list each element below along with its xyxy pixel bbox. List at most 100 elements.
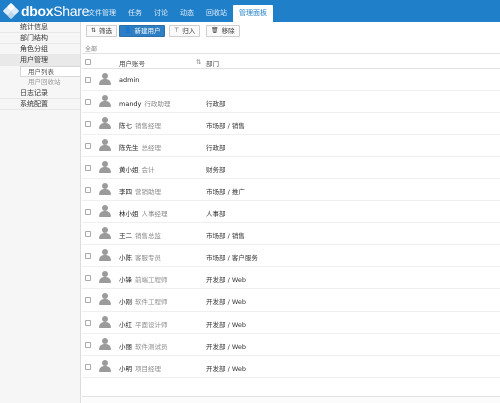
logo-mark-icon — [2, 2, 20, 20]
user-name: 陈先生 — [119, 144, 139, 153]
user-account-cell[interactable]: admin — [119, 76, 142, 84]
logo-text: dboxShare — [21, 3, 90, 19]
trash-icon: 🗑 — [211, 27, 219, 34]
user-department-cell: 人事部 — [206, 210, 226, 219]
user-department-cell: 市场部 / 推广 — [206, 188, 245, 197]
user-name: 小明 — [119, 364, 132, 373]
app-logo[interactable]: dboxShare — [2, 2, 90, 20]
nav-discussion[interactable]: 讨论 — [148, 5, 174, 22]
list-scope-label: 全部 — [85, 46, 98, 53]
table-row[interactable]: mandy 行政助理 行政部 — [82, 91, 500, 114]
user-avatar-icon — [99, 315, 111, 328]
table-header: 用户账号 ⇅ 部门 — [82, 53, 500, 69]
remove-button[interactable]: 🗑 移除 — [206, 25, 240, 37]
row-checkbox[interactable] — [85, 165, 91, 172]
table-row[interactable]: 小刚 软件工程师 开发部 / Web — [82, 289, 500, 312]
sidebar-item-system-config[interactable]: 系统配置 — [0, 99, 80, 110]
nav-activity[interactable]: 动态 — [174, 5, 200, 22]
row-checkbox[interactable] — [85, 121, 91, 128]
user-title: 平面设计师 — [135, 320, 168, 329]
user-name: 李四 — [119, 188, 132, 197]
row-checkbox[interactable] — [85, 253, 91, 260]
user-name: 林小姐 — [119, 210, 139, 219]
nav-admin-panel[interactable]: 管理面板 — [233, 5, 273, 22]
user-account-cell[interactable]: 陈先生 总经理 — [119, 142, 161, 152]
table-row[interactable]: 小陈 客服专员 市场部 / 客户服务 — [82, 245, 500, 268]
row-checkbox[interactable] — [85, 209, 91, 216]
filter-icon: ⇅ — [91, 27, 97, 34]
row-checkbox[interactable] — [85, 363, 91, 370]
row-checkbox[interactable] — [85, 275, 91, 282]
table-row[interactable]: 黄小姐 会计 财务部 — [82, 157, 500, 180]
user-avatar-icon — [99, 117, 111, 130]
user-account-cell[interactable]: 李四 营销助理 — [119, 186, 161, 196]
column-header-account[interactable]: 用户账号 — [119, 58, 145, 68]
table-row[interactable]: 王二 销售总监 市场部 / 销售 — [82, 223, 500, 246]
user-account-cell[interactable]: 黄小姐 会计 — [119, 164, 155, 174]
sidebar-subitem-user-list[interactable]: 用户列表 — [20, 66, 80, 77]
column-header-department[interactable]: 部门 — [206, 58, 219, 68]
table-row[interactable]: 陈七 销售经理 市场部 / 销售 — [82, 113, 500, 136]
user-avatar-icon — [99, 227, 111, 240]
user-avatar-icon — [99, 95, 111, 108]
user-account-cell[interactable]: 陈七 销售经理 — [119, 120, 161, 130]
user-title: 行政助理 — [144, 100, 171, 109]
sidebar-item-user-management[interactable]: 用户管理 — [0, 55, 80, 66]
sort-icon[interactable]: ⇅ — [196, 58, 201, 66]
new-user-button[interactable]: 👤 新建用户 — [119, 25, 166, 37]
filter-button[interactable]: ⇅ 筛选 — [86, 25, 118, 37]
user-department-cell: 开发部 / Web — [206, 298, 246, 307]
user-account-cell[interactable]: 小锋 前端工程师 — [119, 274, 168, 284]
row-checkbox[interactable] — [85, 231, 91, 238]
user-title: 前端工程师 — [135, 276, 168, 285]
table-row[interactable]: 小丽 软件测试员 开发部 / Web — [82, 334, 500, 356]
sidebar-subitem-user-recycle[interactable]: 用户回收站 — [0, 77, 80, 88]
user-name: 小刚 — [119, 298, 132, 307]
user-department-cell: 行政部 — [206, 100, 226, 109]
table-row[interactable]: 陈先生 总经理 行政部 — [82, 135, 500, 158]
user-title: 销售总监 — [135, 232, 161, 241]
table-row[interactable]: 李四 营销助理 市场部 / 推广 — [82, 179, 500, 202]
add-user-icon: 👤 — [124, 27, 132, 34]
user-avatar-icon — [99, 337, 111, 350]
row-checkbox[interactable] — [85, 297, 91, 304]
user-title: 客服专员 — [135, 254, 161, 263]
table-footer — [82, 396, 500, 403]
row-checkbox[interactable] — [85, 77, 91, 83]
table-row[interactable]: 小锋 前端工程师 开发部 / Web — [82, 267, 500, 290]
row-checkbox[interactable] — [85, 143, 91, 150]
row-checkbox[interactable] — [85, 99, 91, 106]
table-row[interactable]: admin — [82, 69, 500, 92]
import-button[interactable]: ⊤ 归入 — [169, 25, 201, 37]
user-table: 用户账号 ⇅ 部门 admin mandy 行政助理 行政部陈七 销售经理 市场部 / 销… — [82, 53, 500, 378]
user-account-cell[interactable]: 小刚 软件工程师 — [119, 296, 168, 306]
sidebar-item-logs[interactable]: 日志记录 — [0, 88, 80, 99]
user-account-cell[interactable]: 小明 项目经理 — [119, 363, 161, 373]
user-account-cell[interactable]: 王二 销售总监 — [119, 230, 161, 240]
sidebar-item-departments[interactable]: 部门结构 — [0, 33, 80, 44]
user-account-cell[interactable]: mandy 行政助理 — [119, 98, 170, 108]
user-name: 王二 — [119, 232, 132, 241]
user-account-cell[interactable]: 小红 平面设计师 — [119, 319, 168, 329]
sidebar-item-roles[interactable]: 角色分组 — [0, 44, 80, 55]
nav-file-management[interactable]: 文件管理 — [82, 5, 122, 22]
row-checkbox[interactable] — [85, 319, 91, 326]
table-row[interactable]: 小红 平面设计师 开发部 / Web — [82, 312, 500, 334]
user-account-cell[interactable]: 林小姐 人事经理 — [119, 208, 168, 218]
user-name: 小丽 — [119, 342, 132, 351]
sidebar-item-statistics[interactable]: 统计信息 — [0, 22, 80, 33]
user-name: mandy — [119, 100, 142, 109]
table-row[interactable]: 林小姐 人事经理 人事部 — [82, 201, 500, 224]
user-name: admin — [119, 76, 140, 84]
nav-recycle-bin[interactable]: 回收站 — [200, 5, 233, 22]
row-checkbox[interactable] — [85, 187, 91, 194]
user-name: 黄小姐 — [119, 166, 139, 175]
user-account-cell[interactable]: 小丽 软件测试员 — [119, 341, 168, 351]
user-account-cell[interactable]: 小陈 客服专员 — [119, 252, 161, 262]
select-all-checkbox[interactable] — [85, 59, 91, 65]
table-row[interactable]: 小明 项目经理 开发部 / Web — [82, 356, 500, 378]
nav-tasks[interactable]: 任务 — [122, 5, 148, 22]
user-avatar-icon — [99, 73, 111, 85]
row-checkbox[interactable] — [85, 341, 91, 348]
user-title: 会计 — [141, 166, 155, 175]
